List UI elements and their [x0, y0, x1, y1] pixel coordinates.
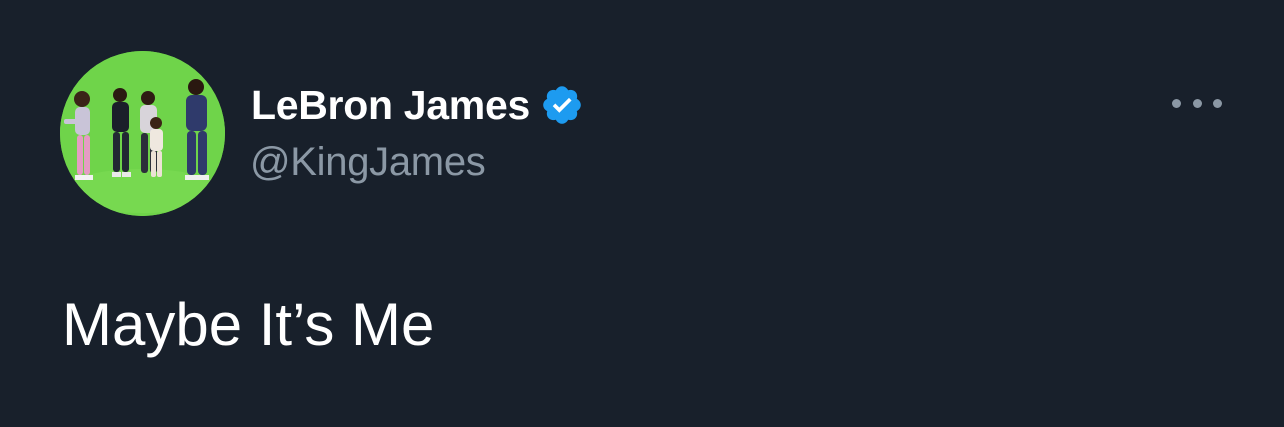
- more-dot: [1213, 98, 1222, 108]
- author-handle[interactable]: @KingJames: [250, 140, 486, 185]
- author-name-row[interactable]: LeBron James: [251, 80, 584, 130]
- tweet-text: Maybe It’s Me: [62, 291, 435, 358]
- more-dot: [1172, 98, 1181, 108]
- avatar-photo: [60, 51, 225, 216]
- display-name[interactable]: LeBron James: [251, 82, 530, 129]
- avatar[interactable]: [60, 51, 225, 216]
- verified-badge-icon: [540, 83, 584, 127]
- more-dot: [1192, 98, 1202, 108]
- tweet-card[interactable]: LeBron James @KingJames Maybe It’s Me: [0, 0, 1284, 427]
- more-horizontal-icon[interactable]: [1172, 88, 1222, 118]
